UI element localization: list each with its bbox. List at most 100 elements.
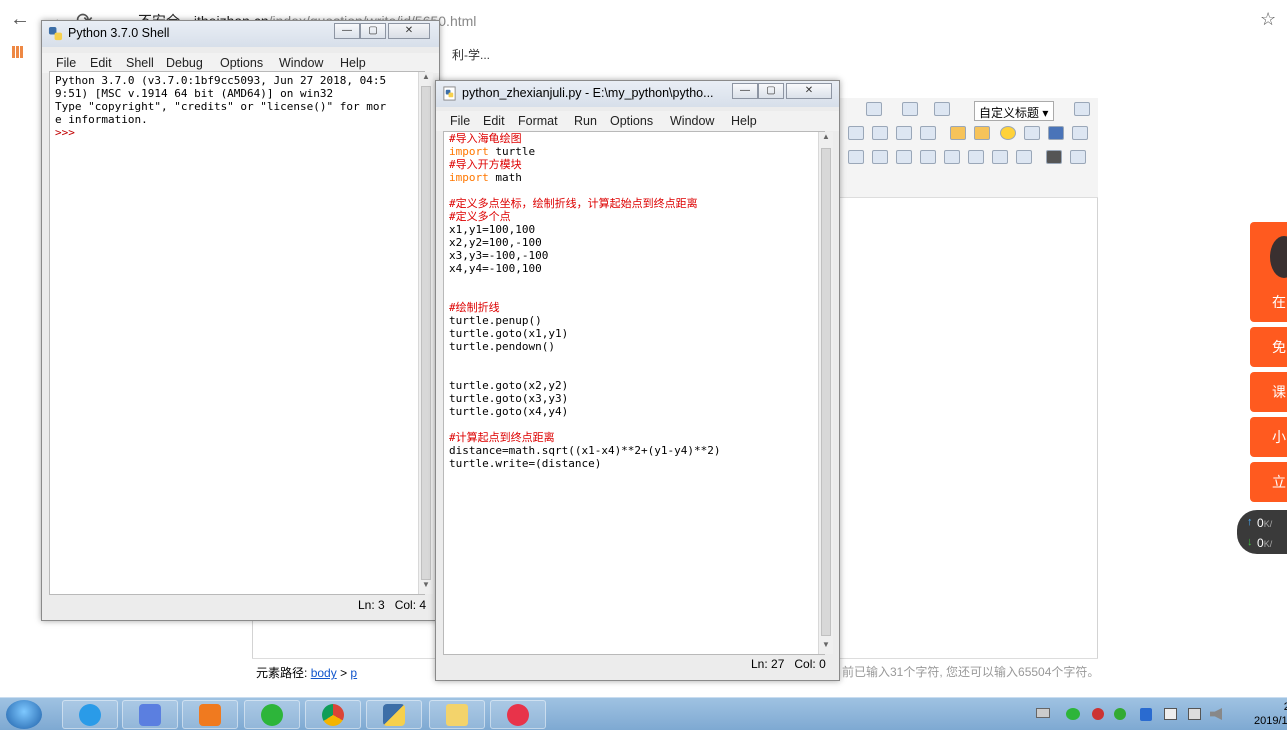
monitor-icon[interactable] (1164, 708, 1177, 720)
code-line: x2,y2=100,-100 (449, 236, 542, 249)
paragraph-icon[interactable] (902, 102, 918, 116)
wechat-tray-icon[interactable] (1066, 708, 1080, 720)
close-button[interactable]: ✕ (388, 23, 430, 39)
code-line: turtle.pendown() (449, 340, 555, 353)
line-height-icon[interactable] (934, 102, 950, 116)
scroll-down-icon[interactable]: ▼ (419, 580, 433, 594)
ie-taskbar-button[interactable] (62, 700, 118, 729)
menu-edit[interactable]: Edit (483, 114, 505, 128)
menu-debug[interactable]: Debug (166, 56, 203, 70)
menu-file[interactable]: File (450, 114, 470, 128)
menu-help[interactable]: Help (340, 56, 366, 70)
scroll-up-icon[interactable]: ▲ (819, 132, 833, 146)
music-icon[interactable] (1072, 126, 1088, 140)
menu-edit[interactable]: Edit (90, 56, 112, 70)
online-consult-button[interactable]: 在 (1250, 222, 1287, 322)
free-button[interactable]: 免 (1250, 327, 1287, 367)
video-icon[interactable] (1048, 126, 1064, 140)
insert-col-icon[interactable] (920, 150, 936, 164)
scroll-thumb[interactable] (421, 86, 431, 580)
menu-run[interactable]: Run (574, 114, 597, 128)
menu-options[interactable]: Options (610, 114, 653, 128)
menu-shell[interactable]: Shell (126, 56, 154, 70)
pdf-taskbar-button[interactable] (182, 700, 238, 729)
element-path-body-link[interactable]: body (311, 666, 337, 680)
code-line: turtle.goto(x3,y3) (449, 392, 569, 405)
python-taskbar-button[interactable] (366, 700, 422, 729)
chrome-taskbar-button[interactable] (305, 700, 361, 729)
recorder-taskbar-button[interactable] (490, 700, 546, 729)
shell-output[interactable]: Python 3.7.0 (v3.7.0:1bf9cc5093, Jun 27 … (49, 71, 425, 595)
table-icon[interactable] (872, 150, 888, 164)
maximize-button[interactable]: ▢ (360, 23, 386, 39)
fullscreen-icon[interactable] (1074, 102, 1090, 116)
menu-help[interactable]: Help (731, 114, 757, 128)
print-icon[interactable] (1046, 150, 1062, 164)
keyboard-icon[interactable] (1036, 708, 1050, 718)
menu-file[interactable]: File (56, 56, 76, 70)
apps-grid-icon[interactable] (12, 46, 24, 58)
shell-scrollbar[interactable]: ▲ ▼ (418, 72, 433, 594)
editor-scrollbar[interactable]: ▲ ▼ (818, 132, 833, 654)
heading-style-select[interactable]: 自定义标题 ▾ (974, 101, 1054, 121)
multi-image-icon[interactable] (974, 126, 990, 140)
app-taskbar-button[interactable] (122, 700, 178, 729)
preview-icon[interactable] (1070, 150, 1086, 164)
code-editor[interactable]: #导入海龟绘图 import turtle #导入开方模块 import math #定… (443, 131, 825, 655)
editor-menubar: File Edit Format Run Options Window Help (436, 111, 839, 131)
immediate-button[interactable]: 立 (1250, 462, 1287, 502)
volume-icon[interactable] (1210, 708, 1222, 720)
shield-icon[interactable] (1140, 708, 1152, 721)
code-line: x1,y1=100,100 (449, 223, 536, 236)
python-editor-window[interactable]: python_zhexianjuli.py - E:\my_python\pyt… (435, 80, 840, 681)
shell-status-col: Col: 4 (394, 598, 427, 612)
start-button[interactable] (6, 700, 42, 729)
scroll-down-icon[interactable]: ▼ (819, 640, 833, 654)
chrome-icon (322, 704, 344, 726)
element-path-p-link[interactable]: p (350, 666, 357, 680)
align-icon[interactable] (866, 102, 882, 116)
code-line: turtle.goto(x4,y4) (449, 405, 569, 418)
delete-col-icon[interactable] (992, 150, 1008, 164)
system-clock[interactable]: 20 2019/11/ (1236, 700, 1287, 728)
bookmark-item[interactable]: 利-学... (452, 46, 490, 63)
bookmark-star-icon[interactable]: ☆ (1260, 9, 1276, 30)
menu-format[interactable]: Format (518, 114, 558, 128)
minimize-button[interactable]: — (732, 83, 758, 99)
back-icon[interactable]: ← (10, 8, 30, 31)
justify-center-icon[interactable] (872, 126, 888, 140)
tray-app-icon[interactable] (1092, 708, 1104, 720)
justify-full-icon[interactable] (920, 126, 936, 140)
split-cells-icon[interactable] (1016, 150, 1032, 164)
menu-window[interactable]: Window (279, 56, 323, 70)
python-shell-window[interactable]: Python 3.7.0 Shell — ▢ ✕ File Edit Shell… (41, 20, 440, 621)
editor-titlebar[interactable]: python_zhexianjuli.py - E:\my_python\pyt… (436, 81, 839, 107)
close-button[interactable]: ✕ (786, 83, 832, 99)
network-icon[interactable] (1188, 708, 1201, 720)
justify-right-icon[interactable] (896, 126, 912, 140)
wechat-taskbar-button[interactable] (244, 700, 300, 729)
explorer-taskbar-button[interactable] (429, 700, 485, 729)
course-button[interactable]: 课 (1250, 372, 1287, 412)
scrawl-icon[interactable] (1024, 126, 1040, 140)
menu-options[interactable]: Options (220, 56, 263, 70)
scroll-up-icon[interactable]: ▲ (419, 72, 433, 86)
minimize-button[interactable]: — (334, 23, 360, 39)
scroll-thumb[interactable] (821, 148, 831, 636)
insert-row-icon[interactable] (896, 150, 912, 164)
menu-window[interactable]: Window (670, 114, 714, 128)
small-button[interactable]: 小 (1250, 417, 1287, 457)
security-tray-icon[interactable] (1114, 708, 1126, 720)
record-icon (507, 704, 529, 726)
code-line: turtle.goto(x1,y1) (449, 327, 569, 340)
image-icon[interactable] (950, 126, 966, 140)
emoji-icon[interactable] (1000, 126, 1016, 140)
merge-cells-icon[interactable] (944, 150, 960, 164)
delete-row-icon[interactable] (968, 150, 984, 164)
shell-titlebar[interactable]: Python 3.7.0 Shell — ▢ ✕ (42, 21, 439, 47)
insert-table-icon[interactable] (848, 150, 864, 164)
justify-left-icon[interactable] (848, 126, 864, 140)
maximize-button[interactable]: ▢ (758, 83, 784, 99)
